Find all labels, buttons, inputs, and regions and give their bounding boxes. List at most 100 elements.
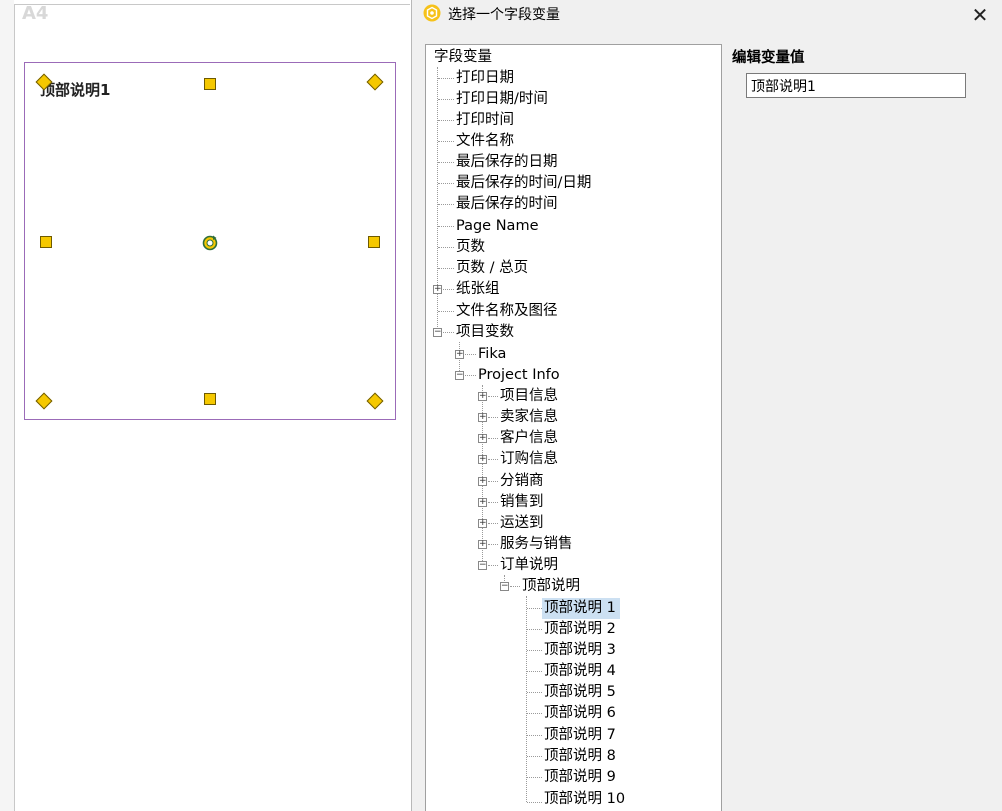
tree-node-file-name-path[interactable]: 文件名称及图径 <box>454 301 558 322</box>
collapse-minus-icon[interactable]: − <box>455 371 464 380</box>
tree-line <box>465 354 476 355</box>
tree-node-service-and-sales[interactable]: 服务与销售 <box>498 534 573 555</box>
tree-line <box>526 596 527 802</box>
tree-node-top-note-7[interactable]: 顶部说明 7 <box>542 725 616 746</box>
collapse-minus-icon[interactable]: − <box>478 561 487 570</box>
expand-plus-icon[interactable]: + <box>478 413 487 422</box>
tree-node-page-name[interactable]: Page Name <box>454 216 539 237</box>
tree-node-top-note-8[interactable]: 顶部说明 8 <box>542 746 616 767</box>
dialog-titlebar[interactable]: 选择一个字段变量 ✕ <box>412 0 1002 30</box>
tree-line <box>465 375 476 376</box>
tree-node-project-information[interactable]: 项目信息 <box>498 386 558 407</box>
tree-line <box>488 544 498 545</box>
tree-node-customer-information[interactable]: 客户信息 <box>498 428 558 449</box>
tree-line <box>438 120 454 121</box>
tree-node-project-variables[interactable]: 项目变数 <box>454 322 514 343</box>
tree-node-print-time[interactable]: 打印时间 <box>454 110 514 131</box>
tree-node-order-notes[interactable]: 订单说明 <box>498 555 558 576</box>
tree-node-file-name[interactable]: 文件名称 <box>454 131 514 152</box>
tree-node-last-saved-time[interactable]: 最后保存的时间 <box>454 194 558 215</box>
collapse-minus-icon[interactable]: − <box>500 582 509 591</box>
tree-line <box>510 586 520 587</box>
tree-node-root[interactable]: 字段变量 <box>432 47 492 68</box>
resize-handle-left[interactable] <box>40 236 52 248</box>
tree-node-top-note-10[interactable]: 顶部说明 10 <box>542 789 625 810</box>
variable-value-input[interactable] <box>746 73 966 98</box>
tree-node-top-note-2[interactable]: 顶部说明 2 <box>542 619 616 640</box>
tree-line <box>488 523 498 524</box>
tree-line <box>527 777 542 778</box>
tree-node-top-note-4[interactable]: 顶部说明 4 <box>542 661 616 682</box>
tree-node-page-of-total[interactable]: 页数 / 总页 <box>454 258 528 279</box>
tree-node-top-notes[interactable]: 顶部说明 <box>520 576 580 597</box>
tree-line <box>527 629 542 630</box>
close-button[interactable]: ✕ <box>965 2 995 28</box>
tree-line <box>527 692 542 693</box>
tree-node-distributor[interactable]: 分销商 <box>498 471 544 492</box>
tree-line <box>488 459 498 460</box>
tree-line <box>488 396 498 397</box>
tree-line <box>527 671 542 672</box>
tree-line <box>527 608 542 609</box>
tree-line <box>438 268 454 269</box>
expand-plus-icon[interactable]: + <box>478 477 487 486</box>
expand-plus-icon[interactable]: + <box>478 498 487 507</box>
dialog-title: 选择一个字段变量 <box>448 7 560 23</box>
tree-line <box>438 226 454 227</box>
tree-node-top-note-1[interactable]: 顶部说明 1 <box>542 598 620 619</box>
tree-node-last-saved-date[interactable]: 最后保存的日期 <box>454 152 558 173</box>
select-field-variable-dialog: 选择一个字段变量 ✕ 字段变量 打印日期 打印日期/时间 打印时间 文件名称 最… <box>411 0 1002 811</box>
tree-node-page-number[interactable]: 页数 <box>454 237 485 258</box>
tree-node-paper-group[interactable]: 纸张组 <box>454 279 500 300</box>
tree-node-ship-to[interactable]: 运送到 <box>498 513 544 534</box>
expand-plus-icon[interactable]: + <box>433 285 442 294</box>
tree-node-top-note-6[interactable]: 顶部说明 6 <box>542 703 616 724</box>
tree-line <box>443 289 454 290</box>
resize-handle-top[interactable] <box>204 78 216 90</box>
drawing-canvas[interactable]: A4 顶部说明1 <box>0 0 411 811</box>
tree-node-top-note-9[interactable]: 顶部说明 9 <box>542 767 616 788</box>
tree-line <box>438 247 454 248</box>
tree-line <box>488 502 498 503</box>
tree-line <box>443 332 454 333</box>
resize-handle-right[interactable] <box>368 236 380 248</box>
tree-line <box>488 481 498 482</box>
tree-node-top-note-3[interactable]: 顶部说明 3 <box>542 640 616 661</box>
tree-node-sold-to[interactable]: 销售到 <box>498 492 544 513</box>
sheet-top-edge <box>14 0 410 5</box>
tree-line <box>438 162 454 163</box>
collapse-minus-icon[interactable]: − <box>433 328 442 337</box>
tree-node-print-date[interactable]: 打印日期 <box>454 68 514 89</box>
expand-plus-icon[interactable]: + <box>478 540 487 549</box>
tree-node-last-saved-time-date[interactable]: 最后保存的时间/日期 <box>454 173 591 194</box>
tree-node-top-note-5[interactable]: 顶部说明 5 <box>542 682 616 703</box>
tree-line <box>438 183 454 184</box>
expand-plus-icon[interactable]: + <box>478 392 487 401</box>
tree-line <box>527 802 542 803</box>
tree-line <box>438 204 454 205</box>
tree-node-fika[interactable]: Fika <box>476 344 506 365</box>
tree-node-order-information[interactable]: 订购信息 <box>498 449 558 470</box>
field-variable-tree[interactable]: 字段变量 打印日期 打印日期/时间 打印时间 文件名称 最后保存的日期 最后保存… <box>425 44 722 811</box>
rotate-handle-icon[interactable] <box>200 233 220 253</box>
tree-line <box>438 78 454 79</box>
expand-plus-icon[interactable]: + <box>478 519 487 528</box>
resize-handle-bottom[interactable] <box>204 393 216 405</box>
tree-line <box>437 67 438 335</box>
tree-line <box>488 438 498 439</box>
tree-node-print-datetime[interactable]: 打印日期/时间 <box>454 89 548 110</box>
tree-line <box>488 417 498 418</box>
tree-line <box>527 650 542 651</box>
tree-line <box>527 735 542 736</box>
expand-plus-icon[interactable]: + <box>455 350 464 359</box>
tree-node-project-info[interactable]: Project Info <box>476 365 560 386</box>
sheet-size-label: A4 <box>22 3 49 24</box>
expand-plus-icon[interactable]: + <box>478 434 487 443</box>
tree-line <box>438 99 454 100</box>
tree-line <box>438 141 454 142</box>
tree-line <box>527 713 542 714</box>
app-logo-icon <box>423 4 441 22</box>
tree-line <box>438 311 454 312</box>
tree-node-seller-information[interactable]: 卖家信息 <box>498 407 558 428</box>
expand-plus-icon[interactable]: + <box>478 455 487 464</box>
